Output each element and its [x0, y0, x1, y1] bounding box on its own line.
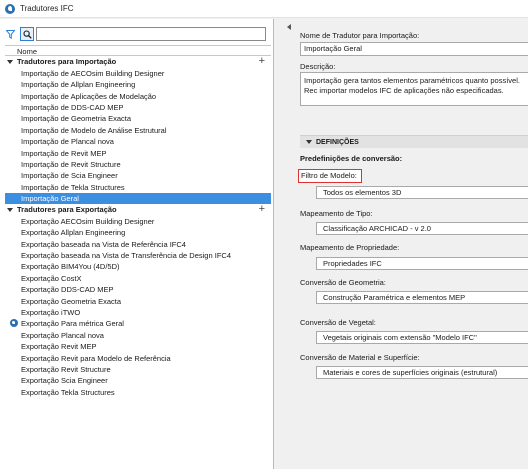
translator-item[interactable]: Importação de Plancal nova [5, 136, 271, 147]
translator-groups: Tradutores para Importação + Importação de… [5, 56, 271, 398]
translator-item-label: Exportação baseada na Vista de Referênci… [21, 239, 186, 249]
translator-item-label: Importação de Geometria Exacta [21, 114, 132, 124]
triangle-down-icon [306, 140, 312, 144]
search-icon [22, 29, 32, 39]
translator-item-label: Importação de Modelo de Análise Estrutur… [21, 125, 167, 135]
translator-item[interactable]: Importação de Aplicações de Modelação [5, 91, 271, 102]
translator-item[interactable]: Exportação DDS-CAD MEP [5, 284, 271, 295]
translator-item[interactable]: Exportação Revit Structure [5, 364, 271, 375]
translator-list: Nome Tradutores para Importação + Importaç… [5, 45, 271, 398]
type-mapping-label: Mapeamento de Tipo: [300, 209, 373, 218]
translator-item-label: Exportação Allplan Engineering [21, 228, 126, 238]
triangle-down-icon[interactable] [7, 208, 13, 213]
translator-item[interactable]: Exportação Scia Engineer [5, 375, 271, 386]
translator-item[interactable]: Exportação baseada na Vista de Referênci… [5, 239, 271, 250]
translator-item-label: Importação de Aplicações de Modelação [21, 91, 157, 101]
definitions-section-title: DEFINIÇÕES [316, 138, 359, 146]
group-label: Tradutores para Importação [17, 57, 117, 67]
translator-item[interactable]: Exportação Revit para Modelo de Referênc… [5, 353, 271, 364]
translator-item-label: Importação de Allplan Engineering [21, 80, 136, 90]
translator-item-label: Exportação Para métrica Geral [21, 319, 124, 329]
translator-item-label: Exportação iTWO [21, 307, 81, 317]
column-header-name[interactable]: Nome [5, 45, 271, 57]
translator-item[interactable]: Importação de Geometria Exacta [5, 113, 271, 124]
translator-list-panel: Nome Tradutores para Importação + Importaç… [0, 19, 274, 469]
translator-item[interactable]: Exportação AECOsim Building Designer [5, 216, 271, 227]
translator-item-label: Exportação baseada na Vista de Transferê… [21, 251, 231, 261]
translator-item[interactable]: Exportação baseada na Vista de Transferê… [5, 250, 271, 261]
translator-item[interactable]: Exportação CostX [5, 273, 271, 284]
translator-item-label: Exportação Revit MEP [21, 342, 97, 352]
model-filter-label-highlighted: Filtro de Modelo: [298, 169, 362, 183]
description-label: Descrição: [300, 62, 336, 71]
definitions-section-header[interactable]: DEFINIÇÕES [300, 135, 528, 148]
property-mapping-dropdown[interactable]: Propriedades IFC [316, 257, 528, 270]
type-mapping-dropdown[interactable]: Classificação ARCHICAD - v 2.0 [316, 222, 528, 235]
translator-item-label: Exportação AECOsim Building Designer [21, 216, 155, 226]
description-field[interactable]: Importação gera tantos elementos paramét… [300, 72, 528, 106]
translator-item[interactable]: Exportação Para métrica Geral [5, 318, 271, 329]
translator-item-label: Exportação DDS-CAD MEP [21, 285, 114, 295]
translator-item[interactable]: Importação Geral [5, 193, 271, 205]
search-row [5, 26, 266, 42]
translator-item-label: Importação de Tekla Structures [21, 182, 125, 192]
triangle-down-icon[interactable] [7, 60, 13, 65]
plus-icon[interactable]: + [259, 204, 265, 215]
translator-item[interactable]: Importação de Allplan Engineering [5, 79, 271, 90]
model-filter-dropdown[interactable]: Todos os elementos 3D [316, 186, 528, 199]
translator-item-label: Importação de Revit MEP [21, 148, 107, 158]
collapse-panel-arrow-icon[interactable] [287, 24, 291, 30]
conversion-presets-label: Predefinições de conversão: [300, 154, 403, 163]
translator-item[interactable]: Exportação Geometria Exacta [5, 296, 271, 307]
translator-item[interactable]: Exportação Tekla Structures [5, 387, 271, 398]
translator-item-label: Exportação Plancal nova [21, 330, 104, 340]
ifc-logo-icon [10, 319, 18, 328]
translator-item-label: Exportação Tekla Structures [21, 387, 115, 397]
group-header[interactable]: Tradutores para Exportação + [5, 204, 271, 215]
translator-item[interactable]: Importação de Revit Structure [5, 159, 271, 170]
material-surface-conversion-label: Conversão de Material e Superfície: [300, 353, 420, 362]
translator-item[interactable]: Exportação Allplan Engineering [5, 227, 271, 238]
translator-item[interactable]: Importação de Tekla Structures [5, 182, 271, 193]
translator-item-label: Importação de Revit Structure [21, 159, 121, 169]
translator-item[interactable]: Exportação Plancal nova [5, 330, 271, 341]
group-header[interactable]: Tradutores para Importação + [5, 56, 271, 67]
plus-icon[interactable]: + [259, 56, 265, 67]
window-title: Tradutores IFC [20, 4, 74, 13]
translator-item-label: Importação de DDS-CAD MEP [21, 102, 124, 112]
search-input[interactable] [36, 27, 266, 41]
translator-item-label: Exportação BIM4You (4D/5D) [21, 262, 120, 272]
translator-item-label: Importação de Scia Engineer [21, 171, 118, 181]
vegetation-conversion-dropdown[interactable]: Vegetais originais com extensão "Modelo … [316, 331, 528, 344]
translator-item[interactable]: Importação de AECOsim Building Designer [5, 68, 271, 79]
translator-item[interactable]: Importação de Revit MEP [5, 148, 271, 159]
vegetation-conversion-label: Conversão de Vegetal: [300, 318, 376, 327]
translator-details-panel: Nome de Tradutor para Importação: Import… [298, 19, 528, 469]
translator-item-label: Importação Geral [21, 194, 79, 204]
translator-name-label: Nome de Tradutor para Importação: [300, 31, 420, 40]
search-button[interactable] [20, 27, 34, 41]
translator-item[interactable]: Exportação Revit MEP [5, 341, 271, 352]
translator-item[interactable]: Exportação iTWO [5, 307, 271, 318]
translator-item[interactable]: Importação de Modelo de Análise Estrutur… [5, 125, 271, 136]
translator-item-label: Importação de Plancal nova [21, 137, 114, 147]
geometry-conversion-label: Conversão de Geometria: [300, 278, 386, 287]
translator-item-label: Exportação Revit para Modelo de Referênc… [21, 353, 171, 363]
geometry-conversion-dropdown[interactable]: Construção Paramétrica e elementos MEP [316, 291, 528, 304]
translator-item-label: Importação de AECOsim Building Designer [21, 68, 165, 78]
translator-item-label: Exportação Revit Structure [21, 364, 111, 374]
group-label: Tradutores para Exportação [17, 205, 117, 215]
translator-item[interactable]: Importação de DDS-CAD MEP [5, 102, 271, 113]
translator-item-label: Exportação CostX [21, 273, 82, 283]
translator-name-field[interactable]: Importação Geral [300, 42, 528, 56]
property-mapping-label: Mapeamento de Propriedade: [300, 243, 400, 252]
title-bar: Tradutores IFC [0, 0, 528, 18]
material-surface-conversion-dropdown[interactable]: Materiais e cores de superfícies origina… [316, 366, 528, 379]
translator-item-label: Exportação Scia Engineer [21, 376, 108, 386]
translator-item-label: Exportação Geometria Exacta [21, 296, 122, 306]
ifc-logo-icon [5, 3, 15, 14]
translator-item[interactable]: Exportação BIM4You (4D/5D) [5, 261, 271, 272]
filter-icon[interactable] [5, 29, 16, 40]
translator-item[interactable]: Importação de Scia Engineer [5, 170, 271, 181]
